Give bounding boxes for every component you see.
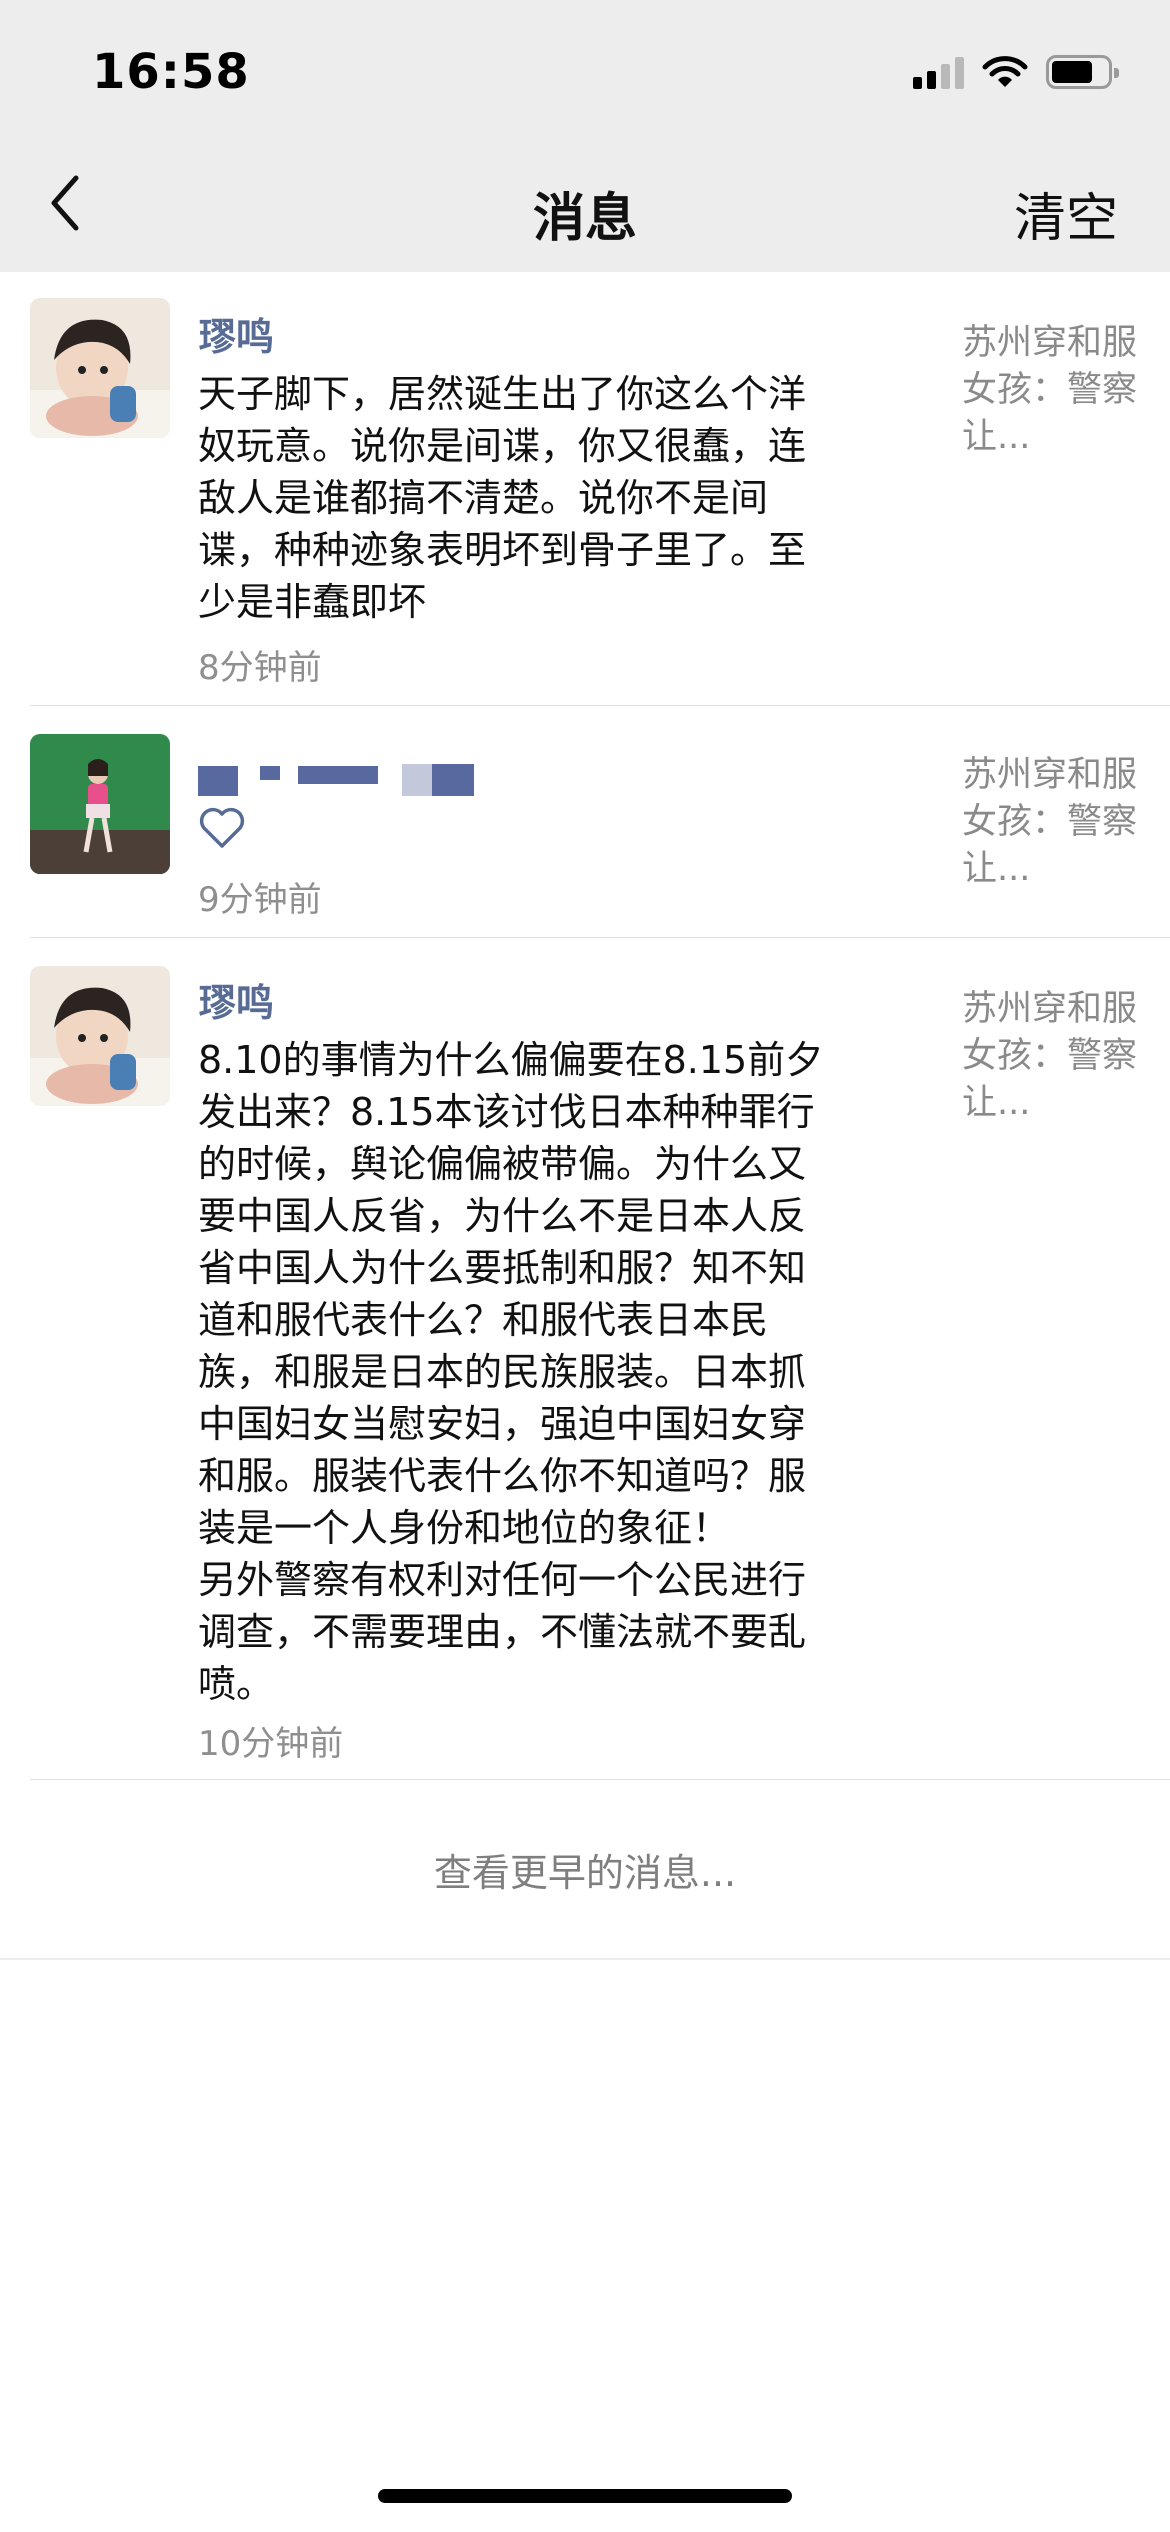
- sender-name[interactable]: 璆鸣: [198, 306, 274, 361]
- wifi-icon: [982, 56, 1028, 87]
- clear-button[interactable]: 清空: [1014, 176, 1118, 251]
- cellular-signal-icon: [913, 55, 964, 89]
- referenced-post-preview[interactable]: 苏州穿和服女孩：警察让...: [962, 752, 1140, 893]
- sender-name[interactable]: 璆鸣: [198, 972, 274, 1027]
- message-time: 8分钟前: [198, 648, 322, 688]
- battery-icon: [1046, 55, 1119, 89]
- page-title: 消息: [532, 189, 637, 249]
- avatar[interactable]: [30, 734, 170, 874]
- avatar[interactable]: [30, 966, 170, 1106]
- load-earlier-messages-button[interactable]: 查看更早的消息...: [0, 1842, 1170, 1897]
- message-item[interactable]: 璆鸣 天子脚下，居然诞生出了你这么个洋 奴玩意。说你是间谍，你又很蠢，连 敌人是…: [0, 272, 1170, 706]
- status-icons: [913, 50, 1119, 94]
- message-content: 天子脚下，居然诞生出了你这么个洋 奴玩意。说你是间谍，你又很蠢，连 敌人是谁都搞…: [198, 372, 807, 624]
- sender-name-redacted: [198, 756, 498, 798]
- avatar[interactable]: [30, 298, 170, 438]
- referenced-post-preview[interactable]: 苏州穿和服女孩：警察让...: [962, 986, 1140, 1127]
- top-bar: 16:58 消息 清空: [0, 0, 1170, 272]
- message-time: 9分钟前: [198, 880, 322, 920]
- message-time: 10分钟前: [198, 1724, 344, 1764]
- home-indicator[interactable]: [378, 2489, 792, 2503]
- heart-outline-icon: [199, 807, 245, 848]
- message-content: 8.10的事情为什么偏偏要在8.15前夕 发出来？8.15本该讨伐日本种种罪行 …: [198, 1038, 824, 1706]
- divider: [0, 1958, 1170, 1960]
- referenced-post-preview[interactable]: 苏州穿和服女孩：警察让...: [962, 320, 1140, 461]
- divider: [30, 1779, 1170, 1780]
- message-item[interactable]: 9分钟前 苏州穿和服女孩：警察让...: [0, 706, 1170, 938]
- status-time: 16:58: [92, 44, 250, 100]
- message-item[interactable]: 璆鸣 8.10的事情为什么偏偏要在8.15前夕 发出来？8.15本该讨伐日本种种…: [0, 938, 1170, 1780]
